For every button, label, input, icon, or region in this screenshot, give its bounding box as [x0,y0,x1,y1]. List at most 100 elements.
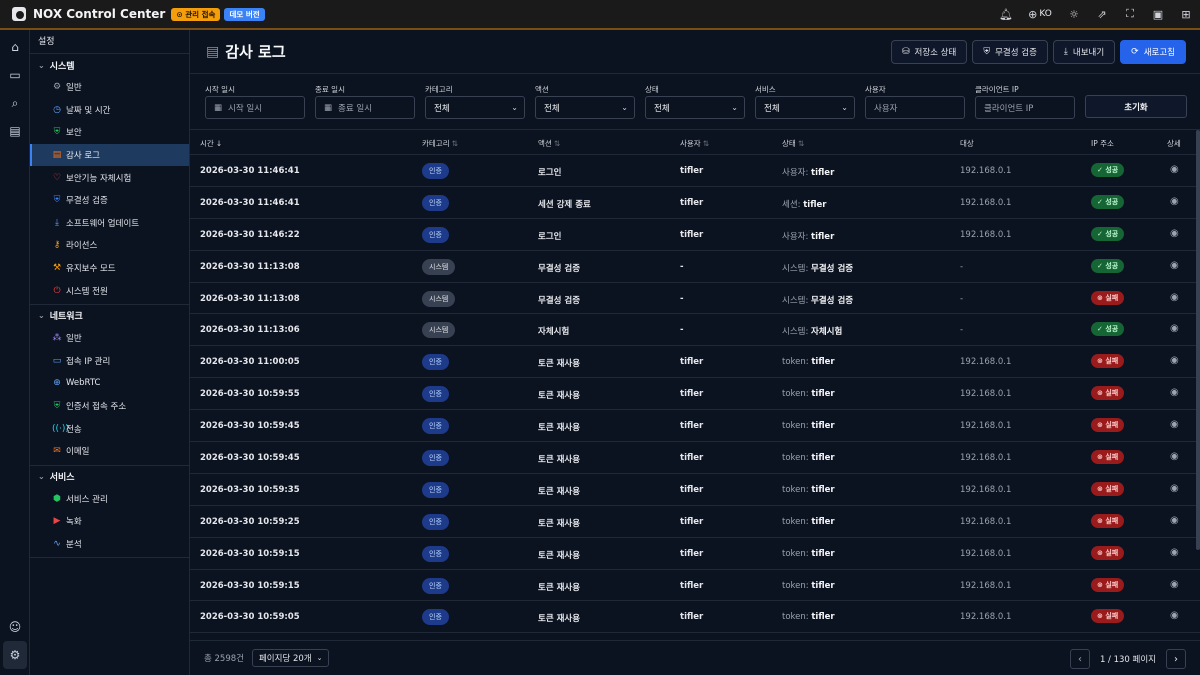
column-action[interactable]: 액션 ⇅ [538,138,560,149]
table-row[interactable]: 2026-03-30 11:13:08 시스템 무결성 검증 - 시스템: 무결성 검증… [190,251,1200,283]
sidebar-item-analytics[interactable]: ∿ 분석 [30,533,189,556]
archive-icon[interactable]: ▤ [0,117,30,145]
refresh-button[interactable]: ⟳ 새로고침 [1120,40,1186,64]
eye-icon[interactable]: ◉ [1170,196,1179,207]
table-row[interactable]: 2026-03-30 11:46:41 인증 로그인 tifler 사용자: tifle… [190,155,1200,187]
folder-icon[interactable]: ▭ [0,61,30,89]
client-ip-input[interactable]: 클라이언트 IP [975,96,1075,119]
layout-icon[interactable]: ⊞ [1172,0,1200,28]
start-date-input[interactable]: ▦ 시작 일시 [205,96,305,119]
eye-icon[interactable]: ◉ [1170,515,1179,526]
table-row[interactable]: 2026-03-30 11:13:08 시스템 무결성 검증 - 시스템: 무결성 검증… [190,283,1200,315]
status-select[interactable]: 전체 ⌄ [645,96,745,119]
user-input[interactable]: 사용자 [865,96,965,119]
cell-status: token: tifler [782,421,835,431]
sidebar-item-recording[interactable]: ▶ 녹화 [30,510,189,533]
next-page-button[interactable]: › [1166,649,1186,669]
per-page-select[interactable]: 페이지당 20개 ⌄ [251,649,330,667]
eye-icon[interactable]: ◉ [1170,323,1179,334]
table-scrollbar[interactable] [1196,130,1200,550]
category-select[interactable]: 전체 ⌄ [425,96,525,119]
eye-icon[interactable]: ◉ [1170,419,1179,430]
sidebar-item-audit-log[interactable]: ▤ 감사 로그 [30,143,189,167]
table-row[interactable]: 2026-03-30 10:59:55 인증 토큰 재사용 tifler token: … [190,378,1200,411]
home-icon[interactable]: ⌂ [0,33,30,61]
language-selector[interactable]: ⊕ KO [1020,0,1060,28]
sidebar-item-transfer[interactable]: ((·)) 전송 [30,417,189,440]
eye-icon[interactable]: ◉ [1170,451,1179,462]
eye-icon[interactable]: ◉ [1170,355,1179,366]
sidebar-item-ip-access[interactable]: ▭ 접속 IP 관리 [30,350,189,373]
sidebar-item-security[interactable]: ⛨ 보안 [30,121,189,144]
end-date-input[interactable]: ▦ 종료 일시 [315,96,415,119]
column-user[interactable]: 사용자 ⇅ [680,138,709,149]
sidebar-group-toggle[interactable]: ⌄ 네트워크 [30,305,189,327]
column-status[interactable]: 상태 ⇅ [782,138,804,149]
external-link-icon[interactable]: ⇗ [1088,0,1116,28]
table-row[interactable]: 2026-03-30 10:59:25 인증 토큰 재사용 tifler token: … [190,506,1200,538]
prev-page-button[interactable]: ‹ [1069,649,1090,669]
table-row[interactable]: 2026-03-30 11:00:05 인증 토큰 재사용 tifler token: … [190,346,1200,379]
column-time[interactable]: 시간 ↓ [200,138,222,149]
cell-status: token: tifler [782,485,835,495]
eye-icon[interactable]: ◉ [1170,260,1179,271]
table-row[interactable]: 2026-03-30 11:13:06 시스템 자체시험 - 시스템: 자체시험 - ✓ 성… [190,314,1200,347]
sidebar-item-general[interactable]: ⚙ 일반 [30,76,189,99]
fullscreen-icon[interactable]: ⛶ [1116,0,1144,28]
action-select[interactable]: 전체 ⌄ [535,96,635,119]
button-label: 저장소 상태 [914,48,957,58]
sidebar-item-network-general[interactable]: ⁂ 일반 [30,327,189,350]
table-row[interactable]: 2026-03-30 11:46:22 인증 로그인 tifler 사용자: tifle… [190,219,1200,251]
cell-time: 2026-03-30 11:13:08 [200,261,300,272]
sidebar-item-license[interactable]: ⚷ 라이선스 [30,234,189,257]
sidebar-group-toggle[interactable]: ⌄ 서비스 [30,466,189,488]
sidebar-item-webrtc[interactable]: ⊕ WebRTC [30,372,189,395]
integrity-check-button[interactable]: ⛨ 무결성 검증 [972,40,1048,64]
eye-icon[interactable]: ◉ [1170,547,1179,558]
table-row[interactable]: 2026-03-30 10:59:35 인증 토큰 재사용 tifler token: … [190,474,1200,506]
eye-icon[interactable]: ◉ [1170,292,1179,303]
table-row[interactable]: 2026-03-30 10:59:15 인증 토큰 재사용 tifler token: … [190,538,1200,570]
column-category[interactable]: 카테고리 ⇅ [422,138,458,149]
eye-icon[interactable]: ◉ [1170,228,1179,239]
user-icon[interactable]: ☺ [0,613,30,641]
sidebar-item-power[interactable]: ⏻ 시스템 전원 [30,279,189,302]
result-label: 실패 [1105,453,1119,462]
table-row[interactable]: 2026-03-30 10:59:45 인증 토큰 재사용 tifler token: … [190,410,1200,443]
bell-icon[interactable]: 🔔︎ [992,0,1020,28]
column-label: 상세 [1167,139,1181,148]
table-row[interactable]: 2026-03-30 10:59:45 인증 토큰 재사용 tifler token: … [190,442,1200,474]
eye-icon[interactable]: ◉ [1170,610,1179,621]
storage-status-button[interactable]: ⛁ 저장소 상태 [890,40,968,64]
eye-icon[interactable]: ◉ [1170,164,1179,175]
sidebar-item-update[interactable]: ⤓ 소프트웨어 업데이트 [30,212,189,235]
gear-icon[interactable]: ⚙ [3,641,27,669]
table-row[interactable]: 2026-03-30 10:59:05 인증 토큰 재사용 tifler token: … [190,601,1200,634]
panel-toggle-icon[interactable]: ▣ [1144,0,1172,28]
input-placeholder: 클라이언트 IP [984,103,1034,114]
eye-icon[interactable]: ◉ [1170,483,1179,494]
search-icon[interactable]: ⌕ [0,89,30,117]
cell-action: 세션 강제 종료 [538,199,591,210]
status-key: 시스템: [782,263,809,274]
sidebar-item-datetime[interactable]: ◷ 날짜 및 시간 [30,99,189,122]
table-row[interactable]: 2026-03-30 11:46:41 인증 세션 강제 종료 tifler 세션: t… [190,187,1200,219]
sidebar-item-maintenance[interactable]: ⚒ 유지보수 모드 [30,257,189,280]
reset-button[interactable]: 초기화 [1085,95,1187,118]
sidebar-item-integrity[interactable]: ⛨ 무결성 검증 [30,189,189,212]
cell-target: - [960,325,964,336]
chevron-down-icon: ⌄ [621,103,628,112]
sidebar-item-cert-address[interactable]: ⛨ 인증서 접속 주소 [30,395,189,418]
eye-icon[interactable]: ◉ [1170,579,1179,590]
sidebar-item-self-test[interactable]: ♡ 보안기능 자체시험 [30,166,189,189]
table-row[interactable]: 2026-03-30 10:59:15 인증 토큰 재사용 tifler token: … [190,570,1200,602]
eye-icon[interactable]: ◉ [1170,387,1179,398]
theme-toggle-icon[interactable]: ☼ [1060,0,1088,28]
sidebar-group-toggle[interactable]: ⌄ 시스템 [30,54,189,76]
sidebar-item-service-manage[interactable]: ⬢ 서비스 관리 [30,488,189,511]
service-select[interactable]: 전체 ⌄ [755,96,855,119]
column-label: 상태 [782,139,796,148]
result-badge: ✓ 성공 [1091,258,1125,273]
sidebar-item-email[interactable]: ✉ 이메일 [30,440,189,463]
export-button[interactable]: ⤓ 내보내기 [1052,40,1116,64]
